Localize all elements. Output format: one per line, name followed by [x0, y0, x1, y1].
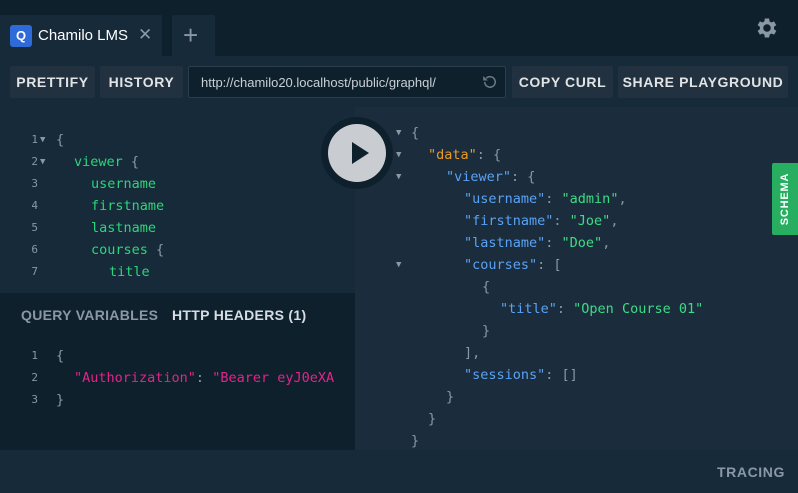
result-line: "viewer": { [446, 169, 536, 185]
add-tab-button[interactable]: + [172, 15, 215, 56]
play-icon [328, 124, 386, 182]
query-line: title [109, 264, 150, 280]
result-line: "firstname": "Joe", [464, 213, 619, 229]
variables-tab-bar: QUERY VARIABLES HTTP HEADERS (1) [0, 293, 355, 337]
result-line: "username": "admin", [464, 191, 627, 207]
fold-icon[interactable]: ▼ [40, 129, 45, 151]
tab-badge: Q [10, 25, 32, 47]
result-line: } [411, 433, 420, 449]
headers-line: } [56, 392, 65, 408]
endpoint-url: http://chamilo20.localhost/public/graphq… [201, 75, 436, 90]
line-number: 2 [31, 371, 38, 384]
fold-icon[interactable]: ▼ [396, 144, 401, 166]
query-line: courses { [91, 242, 165, 258]
tab-query-variables[interactable]: QUERY VARIABLES [21, 307, 158, 323]
result-line: "courses": [ [464, 257, 562, 273]
tab-http-headers[interactable]: HTTP HEADERS (1) [172, 307, 306, 323]
query-editor[interactable]: 1 ▼ { 2 ▼ viewer { 3 username 4 firstnam… [0, 107, 355, 293]
result-line: ], [464, 345, 481, 361]
query-line: username [91, 176, 157, 192]
footer-bar: TRACING [0, 450, 798, 493]
prettify-button[interactable]: PRETTIFY [10, 66, 95, 98]
share-playground-button[interactable]: SHARE PLAYGROUND [618, 66, 788, 98]
schema-tab[interactable]: SCHEMA [772, 163, 798, 235]
result-line: { [482, 279, 491, 295]
result-line: "data": { [428, 147, 502, 163]
fold-icon[interactable]: ▼ [396, 122, 401, 144]
result-line: } [446, 389, 455, 405]
query-line: firstname [91, 198, 165, 214]
line-number: 6 [31, 243, 38, 256]
headers-line: { [56, 348, 65, 364]
close-icon[interactable]: ✕ [138, 25, 152, 45]
execute-query-button[interactable] [321, 117, 393, 189]
reload-icon[interactable] [481, 73, 499, 91]
line-number: 4 [31, 199, 38, 212]
line-number: 7 [31, 265, 38, 278]
http-headers-editor[interactable]: 1 { 2 "Authorization": "Bearer eyJ0eXA 3… [0, 337, 355, 450]
query-line: viewer { [74, 154, 140, 170]
fold-icon[interactable]: ▼ [40, 151, 45, 173]
result-line: "lastname": "Doe", [464, 235, 611, 251]
result-line: } [428, 411, 437, 427]
query-line: { [56, 132, 65, 148]
line-number: 1 [31, 133, 38, 146]
headers-line: "Authorization": "Bearer eyJ0eXA [74, 370, 335, 386]
result-line: } [482, 323, 491, 339]
tracing-button[interactable]: TRACING [717, 464, 785, 480]
line-number: 3 [31, 177, 38, 190]
tab-bar: Q Chamilo LMS ✕ + [0, 0, 798, 56]
history-button[interactable]: HISTORY [100, 66, 183, 98]
tab-chamilo-lms[interactable]: Q Chamilo LMS ✕ [0, 15, 162, 56]
schema-tab-label: SCHEMA [779, 172, 791, 226]
fold-icon[interactable]: ▼ [396, 254, 401, 276]
copy-curl-button[interactable]: COPY CURL [512, 66, 613, 98]
line-number: 1 [31, 349, 38, 362]
plus-icon: + [183, 20, 199, 50]
result-line: { [411, 125, 420, 141]
result-line: "sessions": [] [464, 367, 578, 383]
tab-title: Chamilo LMS [38, 27, 129, 44]
toolbar: PRETTIFY HISTORY http://chamilo20.localh… [0, 56, 798, 107]
endpoint-url-input[interactable]: http://chamilo20.localhost/public/graphq… [188, 66, 506, 98]
line-number: 3 [31, 393, 38, 406]
fold-icon[interactable]: ▼ [396, 166, 401, 188]
line-number: 5 [31, 221, 38, 234]
gear-icon[interactable] [754, 15, 780, 41]
query-line: lastname [91, 220, 157, 236]
result-line: "title": "Open Course 01" [500, 301, 704, 317]
result-viewer: ▼ { ▼ "data": { ▼ "viewer": { "username"… [355, 107, 798, 450]
line-number: 2 [31, 155, 38, 168]
